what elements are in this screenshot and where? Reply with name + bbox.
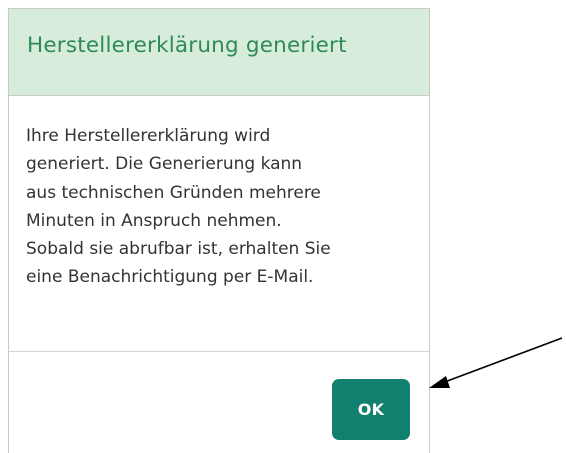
dialog-message-line: eine Benachrichtigung per E-Mail. (26, 267, 314, 288)
confirmation-dialog: Herstellererklärung generiert Ihre Herst… (8, 8, 430, 453)
ok-button[interactable]: OK (332, 379, 410, 440)
dialog-message-line: Sobald sie abrufbar ist, erhalten Sie (26, 239, 331, 260)
dialog-message: Ihre Herstellererklärung wird generiert.… (26, 122, 421, 292)
dialog-message-line: aus technischen Gründen mehrere (26, 182, 321, 203)
dialog-message-line: generiert. Die Generierung kann (26, 154, 303, 175)
dialog-message-line: Minuten in Anspruch nehmen. (26, 210, 282, 231)
dialog-header: Herstellererklärung generiert (9, 9, 429, 96)
dialog-footer-divider (9, 351, 429, 352)
dialog-title: Herstellererklärung generiert (27, 33, 347, 58)
dialog-message-line: Ihre Herstellererklärung wird (26, 126, 271, 146)
screenshot-stage: Herstellererklärung generiert Ihre Herst… (0, 0, 566, 453)
